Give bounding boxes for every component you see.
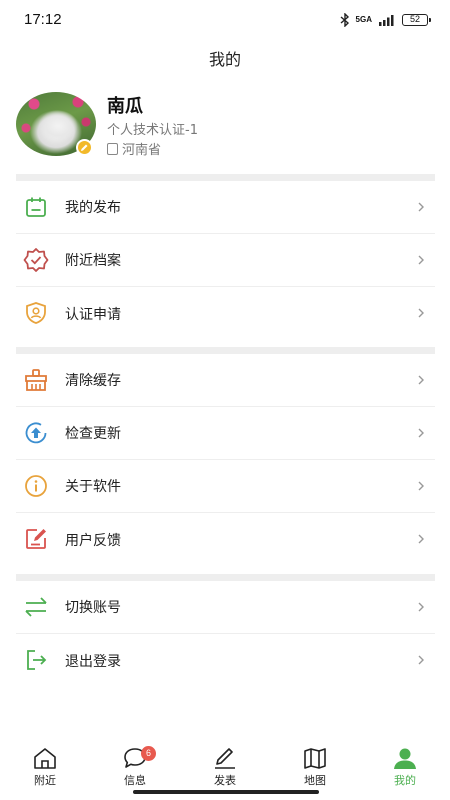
- menu-item-nearby-files[interactable]: 附近档案: [16, 234, 435, 287]
- badge-check-icon: [23, 247, 49, 273]
- menu-item-clear-cache[interactable]: 清除缓存: [16, 354, 435, 407]
- upload-circle-icon: [23, 420, 49, 446]
- menu-label: 清除缓存: [65, 373, 121, 389]
- menu-label: 关于软件: [65, 479, 121, 495]
- unread-badge: 6: [141, 746, 156, 761]
- bluetooth-icon: [340, 13, 349, 27]
- nav-tab-messages[interactable]: 6 信息: [107, 746, 163, 790]
- page-title: 我的: [208, 50, 241, 69]
- menu-item-switch-account[interactable]: 切换账号: [16, 581, 435, 634]
- menu-item-about[interactable]: 关于软件: [16, 460, 435, 513]
- signal-icon: [379, 15, 394, 26]
- menu-item-my-posts[interactable]: 我的发布: [16, 181, 435, 234]
- user-name: 南瓜: [107, 96, 143, 117]
- menu-item-logout[interactable]: 退出登录: [16, 634, 435, 687]
- location-icon: [107, 142, 118, 155]
- menu-label: 我的发布: [65, 200, 121, 216]
- status-time: 17:12: [24, 11, 62, 28]
- logout-icon: [23, 647, 49, 673]
- chevron-right-icon: [418, 428, 424, 438]
- menu-label: 检查更新: [65, 426, 121, 442]
- menu-item-feedback[interactable]: 用户反馈: [16, 513, 435, 566]
- pen-icon: [215, 748, 235, 769]
- menu-label: 用户反馈: [65, 532, 121, 549]
- nav-label: 信息: [124, 774, 146, 787]
- chevron-right-icon: [418, 202, 424, 212]
- chevron-right-icon: [418, 255, 424, 265]
- user-icon: [394, 748, 416, 769]
- menu-label: 附近档案: [65, 253, 121, 269]
- edit-avatar-icon[interactable]: [76, 139, 93, 156]
- chevron-right-icon: [418, 375, 424, 385]
- menu-item-check-update[interactable]: 检查更新: [16, 407, 435, 460]
- menu-label: 退出登录: [65, 653, 121, 670]
- menu-label: 认证申请: [65, 306, 121, 323]
- user-location: 河南省: [107, 139, 161, 158]
- location-text: 河南省: [122, 143, 162, 158]
- nav-label: 附近: [34, 774, 56, 787]
- menu-label: 切换账号: [65, 600, 121, 616]
- battery-indicator: 52: [402, 14, 431, 26]
- nav-tab-nearby[interactable]: 附近: [17, 746, 73, 790]
- chevron-right-icon: [418, 308, 424, 318]
- home-icon: [34, 748, 56, 769]
- chevron-right-icon: [418, 481, 424, 491]
- nav-tab-publish[interactable]: 发表: [197, 746, 253, 790]
- network-type: 5GA: [355, 15, 372, 24]
- home-indicator: [133, 790, 319, 794]
- status-bar: 17:12 5GA 52: [0, 0, 450, 42]
- nav-label: 地图: [304, 774, 326, 787]
- section-divider: [16, 574, 435, 581]
- map-icon: [304, 748, 326, 769]
- calendar-icon: [23, 194, 49, 220]
- swap-arrows-icon: [23, 594, 49, 620]
- broom-icon: [23, 367, 49, 393]
- section-divider: [16, 347, 435, 354]
- profile-header[interactable]: 南瓜 个人技术认证-1 河南省: [16, 92, 436, 158]
- nav-tab-me[interactable]: 我的: [377, 746, 433, 790]
- nav-label: 我的: [394, 774, 416, 787]
- section-divider: [16, 174, 435, 181]
- chevron-right-icon: [418, 602, 424, 612]
- chevron-right-icon: [418, 534, 424, 544]
- nav-label: 发表: [214, 774, 236, 787]
- user-certification: 个人技术认证-1: [107, 123, 198, 138]
- shield-user-icon: [23, 300, 49, 326]
- status-icons: 5GA 52: [340, 13, 431, 27]
- chevron-right-icon: [418, 655, 424, 665]
- nav-tab-map[interactable]: 地图: [287, 746, 343, 790]
- menu-item-certification-apply[interactable]: 认证申请: [16, 287, 435, 340]
- info-circle-icon: [23, 473, 49, 499]
- feedback-edit-icon: [23, 526, 49, 552]
